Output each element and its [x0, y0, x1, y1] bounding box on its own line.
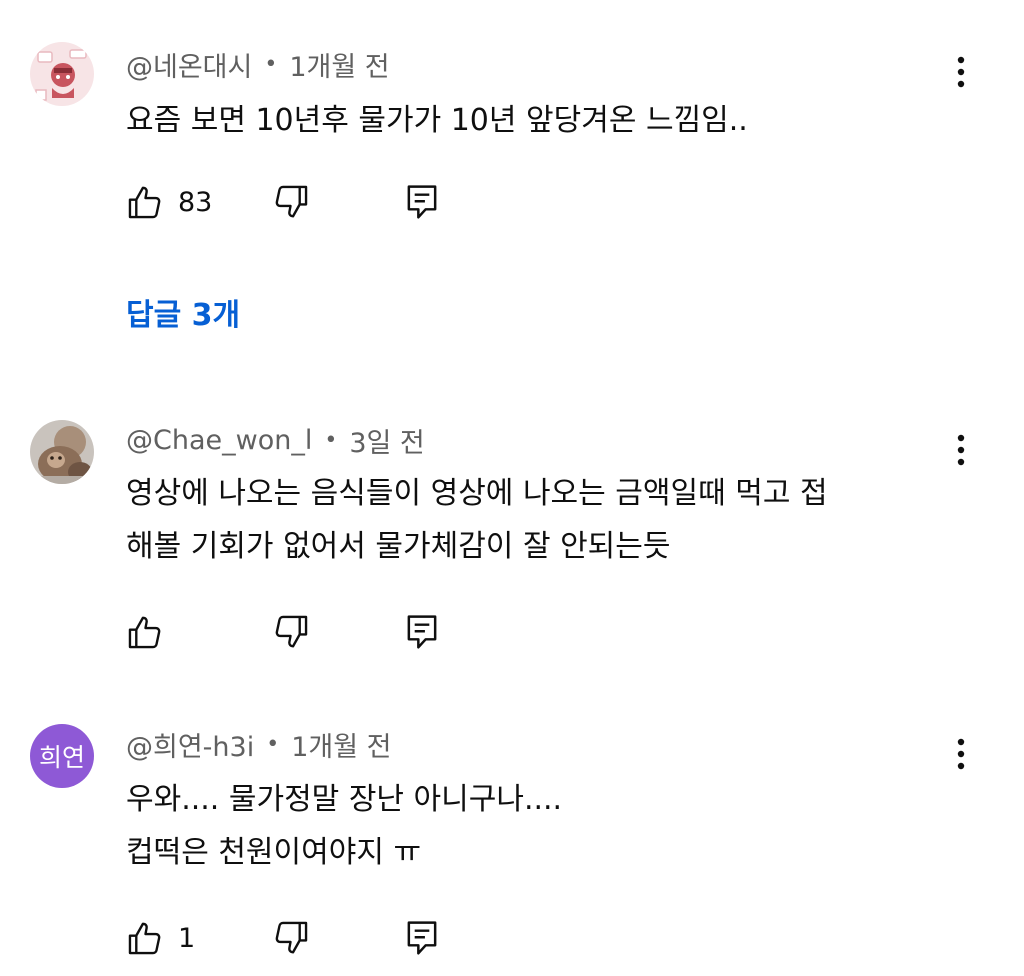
- thumbs-down-icon: [272, 919, 310, 957]
- thumbs-up-icon: [126, 183, 164, 221]
- comment-text: 우와.... 물가정말 장난 아니구나.... 컵떡은 천원이여야지 ㅠ: [126, 773, 926, 879]
- comment-meta: @희연-h3i • 1개월 전: [126, 724, 391, 764]
- reply-button[interactable]: [404, 180, 440, 224]
- thumbs-down-icon: [272, 613, 310, 651]
- dislike-button[interactable]: [272, 916, 310, 960]
- more-options-button[interactable]: [944, 734, 978, 778]
- thumbs-up-icon: [126, 613, 164, 651]
- like-button[interactable]: [126, 610, 178, 654]
- meta-separator: •: [324, 427, 338, 453]
- reply-icon: [404, 613, 440, 651]
- reply-icon: [404, 183, 440, 221]
- comment-text-line: 영상에 나오는 음식들이 영상에 나오는 금액일때 먹고 접: [126, 476, 828, 511]
- author-name[interactable]: @희연-h3i: [126, 725, 254, 764]
- comment-actions: [126, 610, 826, 654]
- comment-actions: 1: [126, 916, 826, 960]
- comment-text-line: 컵떡은 천원이여야지 ㅠ: [126, 835, 422, 870]
- avatar[interactable]: 희연: [30, 724, 94, 788]
- meta-separator: •: [266, 731, 280, 757]
- more-vert-icon: [957, 434, 965, 470]
- comment-text-line: 요즘 보면 10년후 물가가 10년 앞당겨온 느낌임..: [126, 103, 748, 138]
- like-count: 1: [178, 922, 196, 954]
- comment-time[interactable]: 3일 전: [349, 421, 424, 460]
- comment-time[interactable]: 1개월 전: [289, 45, 389, 84]
- like-count: 83: [178, 186, 213, 218]
- comment-meta: @Chae_won_l • 3일 전: [126, 420, 425, 460]
- comment-text: 영상에 나오는 음식들이 영상에 나오는 금액일때 먹고 접 해볼 기회가 없어…: [126, 467, 926, 573]
- like-button[interactable]: 83: [126, 180, 212, 224]
- thumbs-up-icon: [126, 919, 164, 957]
- comment-text-line: 우와.... 물가정말 장난 아니구나....: [126, 782, 563, 817]
- dislike-button[interactable]: [272, 180, 310, 224]
- avatar[interactable]: [30, 42, 94, 106]
- avatar[interactable]: [30, 420, 94, 484]
- comment-text: 요즘 보면 10년후 물가가 10년 앞당겨온 느낌임..: [126, 94, 926, 147]
- view-replies-button[interactable]: 답글 3개: [126, 290, 240, 334]
- reply-button[interactable]: [404, 610, 440, 654]
- thumbs-down-icon: [272, 183, 310, 221]
- more-options-button[interactable]: [944, 430, 978, 474]
- more-vert-icon: [957, 56, 965, 92]
- dislike-button[interactable]: [272, 610, 310, 654]
- comment-actions: 83: [126, 180, 826, 224]
- reply-icon: [404, 919, 440, 957]
- more-vert-icon: [957, 738, 965, 774]
- like-button[interactable]: 1: [126, 916, 195, 960]
- reply-button[interactable]: [404, 916, 440, 960]
- meta-separator: •: [264, 51, 278, 77]
- comment-time[interactable]: 1개월 전: [291, 725, 391, 764]
- more-options-button[interactable]: [944, 52, 978, 96]
- author-name[interactable]: @네온대시: [126, 45, 252, 84]
- avatar-initials: 희연: [38, 743, 85, 772]
- comment-text-line: 해볼 기회가 없어서 물가체감이 잘 안되는듯: [126, 529, 671, 564]
- author-name[interactable]: @Chae_won_l: [126, 425, 312, 456]
- comment-meta: @네온대시 • 1개월 전: [126, 44, 390, 84]
